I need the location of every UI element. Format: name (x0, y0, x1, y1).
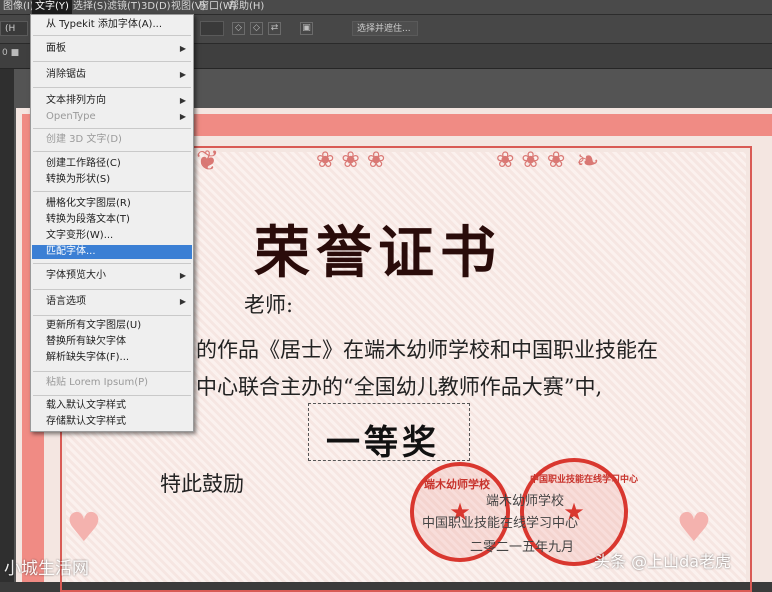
menu-item-label: 字体预览大小 (46, 270, 106, 281)
menu-item-paste-lorem[interactable]: 粘贴 Lorem Ipsum(P) (32, 376, 192, 390)
menu-separator (33, 35, 191, 36)
menu-item-panels[interactable]: 面板 ▶ (32, 42, 192, 56)
menu-item-convert-to-shape[interactable]: 转换为形状(S) (32, 173, 192, 187)
heart-right-icon: ♥ (676, 505, 712, 551)
menu-separator (33, 191, 191, 192)
menu-type[interactable]: 文字(Y) (32, 0, 72, 14)
menu-separator (33, 87, 191, 88)
type-menu-dropdown: 从 Typekit 添加字体(A)... 面板 ▶ 消除锯齿 ▶ 文本排列方向 ▶ O… (30, 14, 194, 432)
menu-item-match-font[interactable]: 匹配字体... (32, 245, 192, 259)
certificate-line-2: 中心联合主办的“全国幼儿教师作品大赛”中, (196, 375, 603, 399)
left-toolbar (0, 69, 14, 582)
submenu-arrow-icon: ▶ (179, 297, 186, 306)
font-select[interactable]: (H (0, 21, 28, 36)
menu-item-opentype[interactable]: OpenType ▶ (32, 110, 192, 124)
menu-item-label: 更新所有文字图层(U) (46, 320, 142, 331)
menu-separator (33, 371, 191, 372)
award-text[interactable]: 一等奖 (326, 415, 440, 464)
menu-item-rasterize[interactable]: 栅格化文字图层(R) (32, 197, 192, 211)
menu-separator (33, 315, 191, 316)
menu-item-add-typekit[interactable]: 从 Typekit 添加字体(A)... (32, 18, 192, 32)
menu-item-anti-alias[interactable]: 消除锯齿 ▶ (32, 68, 192, 82)
ornament-left-icon: ❦ (196, 144, 220, 177)
menu-item-create-work-path[interactable]: 创建工作路径(C) (32, 157, 192, 171)
menu-item-label: 存储默认文字样式 (46, 416, 126, 427)
submenu-arrow-icon: ▶ (179, 271, 186, 280)
ornament-mid-left-icon: ❀ ❀ ❀ (316, 148, 386, 173)
menu-item-label: 语言选项 (46, 296, 86, 307)
ornament-right-icon: ❧ (576, 144, 600, 177)
menu-item-update-all-layers[interactable]: 更新所有文字图层(U) (32, 319, 192, 333)
menu-item-save-default-style[interactable]: 存储默认文字样式 (32, 415, 192, 429)
stamp-left-text: 端木幼师学校 (424, 478, 490, 491)
menu-item-language-options[interactable]: 语言选项 ▶ (32, 295, 192, 309)
stamp-right-text: 中国职业技能在线学习中心 (530, 475, 639, 485)
menu-item-replace-missing-fonts[interactable]: 替换所有缺欠字体 (32, 335, 192, 349)
menu-item-label: 转换为段落文本(T) (46, 214, 130, 225)
menu-item-convert-paragraph[interactable]: 转换为段落文本(T) (32, 213, 192, 227)
menu-item-label: 创建 3D 文字(D) (46, 134, 122, 145)
certificate-salutation: 老师: (244, 293, 294, 317)
menu-item-resolve-missing-fonts[interactable]: 解析缺失字体(F)... (32, 351, 192, 365)
select-and-mask-button[interactable]: 选择并遮住... (352, 21, 418, 36)
submenu-arrow-icon: ▶ (179, 70, 186, 79)
menu-item-label: OpenType (46, 111, 96, 122)
menu-item-label: 创建工作路径(C) (46, 158, 121, 169)
menu-item-label: 文本排列方向 (46, 95, 106, 106)
menu-separator (33, 151, 191, 152)
menu-separator (33, 263, 191, 264)
certificate-title: 荣誉证书 (254, 220, 502, 286)
menu-item-label: 解析缺失字体(F)... (46, 352, 130, 363)
menu-item-load-default-style[interactable]: 载入默认文字样式 (32, 399, 192, 413)
swap-icon[interactable]: ⇄ (268, 22, 281, 35)
heart-left-icon: ♥ (66, 505, 102, 551)
menu-item-label: 匹配字体... (46, 246, 96, 257)
certificate-closing: 特此鼓励 (160, 472, 244, 496)
certificate-line-1: 的作品《居士》在端木幼师学校和中国职业技能在 (196, 338, 658, 362)
menubar: 图像(I) 文字(Y) 选择(S) 滤镜(T) 3D(D) 视图(V) 窗口(W… (0, 0, 772, 15)
issue-date: 二零二一五年九月 (470, 540, 575, 555)
menu-item-label: 面板 (46, 43, 66, 54)
menu-help[interactable]: 帮助(H) (226, 0, 267, 14)
menu-item-label: 转换为形状(S) (46, 174, 111, 185)
diamond-icon-2[interactable]: ◇ (250, 22, 263, 35)
submenu-arrow-icon: ▶ (179, 44, 186, 53)
menu-item-label: 载入默认文字样式 (46, 400, 126, 411)
ornament-mid-right-icon: ❀ ❀ ❀ (496, 148, 566, 173)
menu-separator (33, 289, 191, 290)
menu-item-label: 栅格化文字图层(R) (46, 198, 131, 209)
diamond-icon[interactable]: ◇ (232, 22, 245, 35)
submenu-arrow-icon: ▶ (179, 112, 186, 121)
menu-item-label: 从 Typekit 添加字体(A)... (46, 19, 162, 30)
menu-separator (33, 61, 191, 62)
submenu-arrow-icon: ▶ (179, 96, 186, 105)
menu-item-warp-text[interactable]: 文字变形(W)... (32, 229, 192, 243)
tab-indicator: 0 ■ (2, 48, 20, 58)
watermark-right: 头条 @上山da老虎 (594, 552, 732, 571)
size-field[interactable] (200, 21, 224, 36)
menu-item-label: 粘贴 Lorem Ipsum(P) (46, 377, 149, 388)
square-icon[interactable]: ▣ (300, 22, 313, 35)
menu-item-label: 替换所有缺欠字体 (46, 336, 126, 347)
menu-item-font-preview-size[interactable]: 字体预览大小 ▶ (32, 269, 192, 283)
issuer-school: 端木幼师学校 (486, 494, 565, 509)
menu-item-label: 消除锯齿 (46, 69, 86, 80)
menu-item-create-3d[interactable]: 创建 3D 文字(D) (32, 133, 192, 147)
issuer-center: 中国职业技能在线学习中心 (422, 516, 579, 531)
watermark-left: 小城生活网 (4, 559, 89, 579)
menu-separator (33, 128, 191, 129)
menu-item-orientation[interactable]: 文本排列方向 ▶ (32, 94, 192, 108)
menu-item-label: 文字变形(W)... (46, 230, 114, 241)
menu-separator (33, 395, 191, 396)
